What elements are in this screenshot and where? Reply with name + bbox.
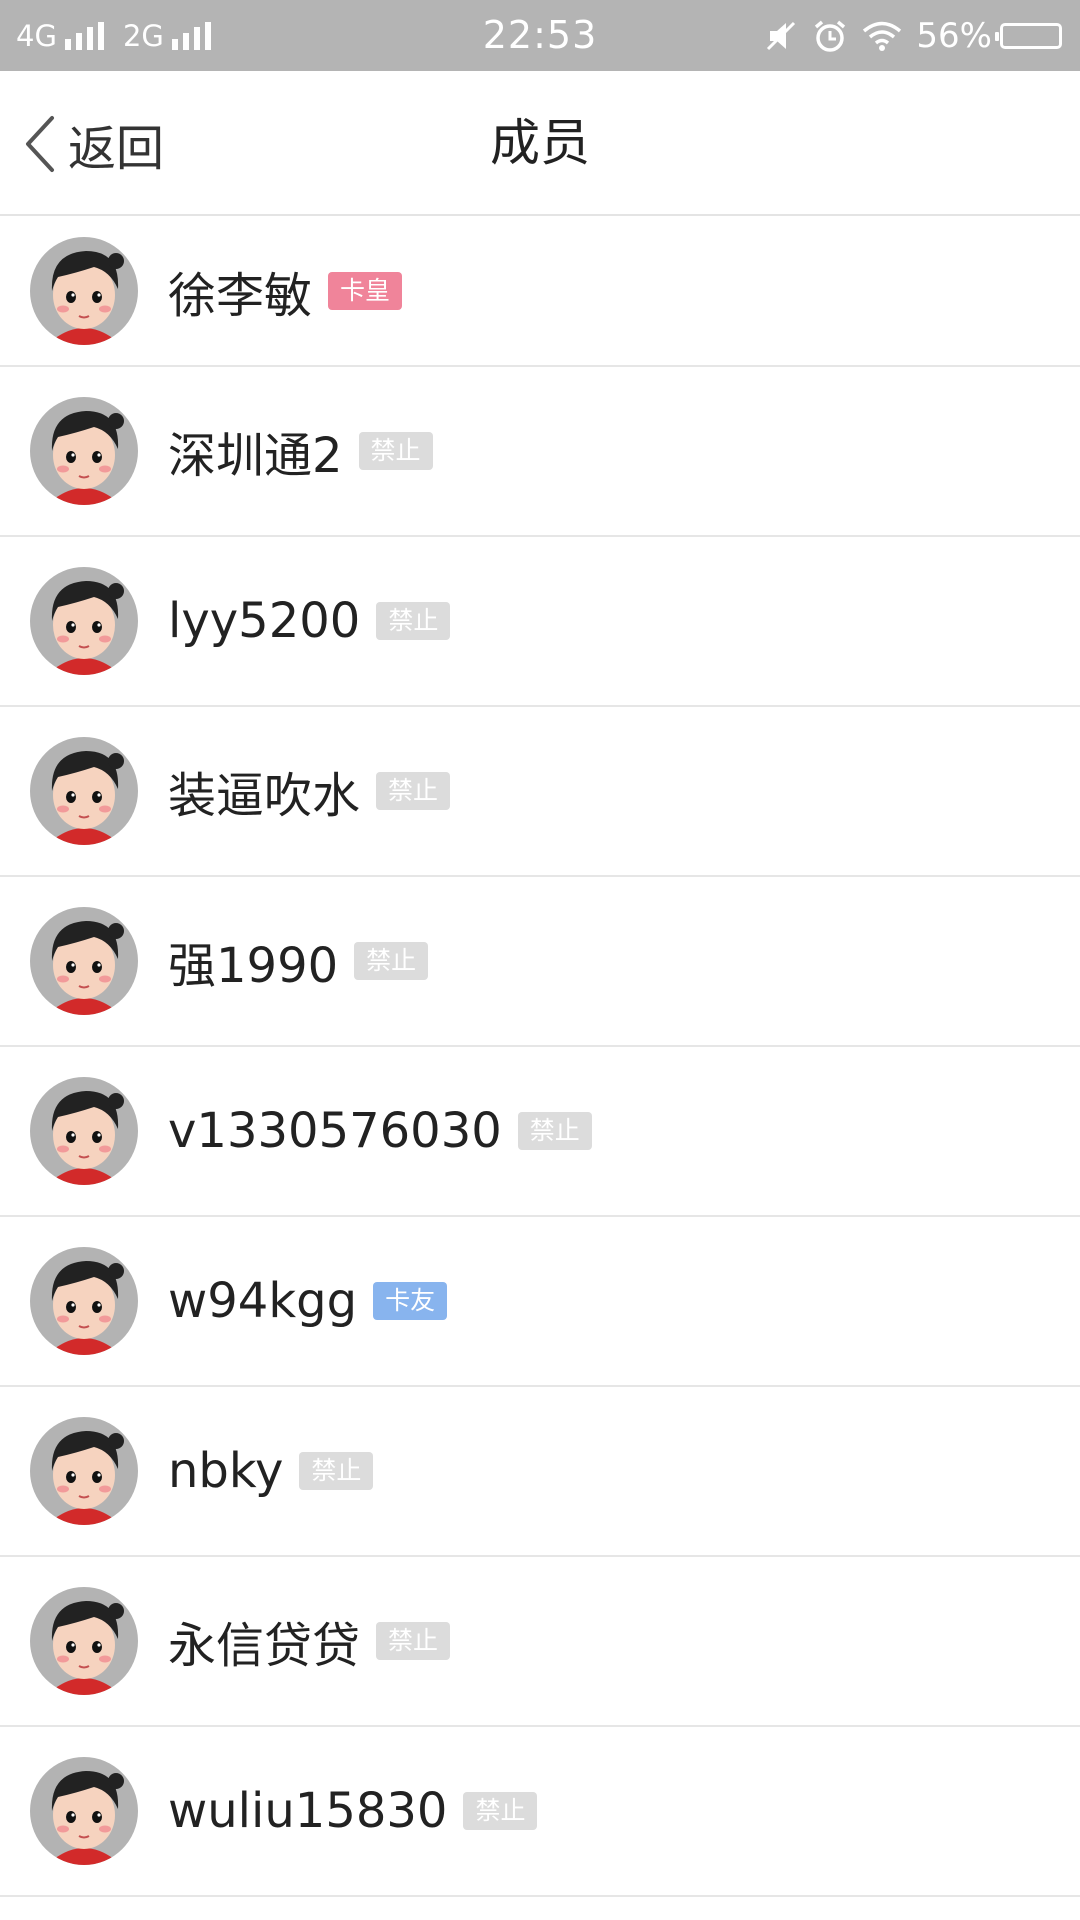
member-info: w94kgg 卡友 — [168, 1273, 448, 1329]
member-info: 徐李敏 卡皇 — [168, 256, 403, 326]
avatar[interactable] — [30, 1247, 138, 1355]
member-role-badge: 禁止 — [358, 432, 433, 470]
member-name: wuliu15830 — [168, 1783, 448, 1839]
battery-percent: 56% — [916, 15, 992, 56]
member-list: 徐李敏 卡皇 深圳通2 禁止 lyy5200 禁止 装逼吹水 禁止 强1990 … — [0, 216, 1080, 1897]
avatar[interactable] — [30, 1587, 138, 1695]
member-info: 装逼吹水 禁止 — [168, 756, 451, 826]
page-title: 成员 — [490, 114, 590, 172]
mute-icon — [767, 21, 796, 50]
member-role-badge: 禁止 — [376, 602, 451, 640]
member-info: nbky 禁止 — [168, 1443, 374, 1499]
member-row[interactable]: nbky 禁止 — [0, 1387, 1080, 1557]
member-name: 装逼吹水 — [168, 768, 361, 824]
member-role-badge: 禁止 — [354, 942, 429, 980]
status-icons: 56% — [764, 0, 1062, 71]
member-row[interactable]: 深圳通2 禁止 — [0, 367, 1080, 537]
member-role-badge: 卡友 — [373, 1282, 448, 1320]
member-role-badge: 禁止 — [376, 1622, 451, 1660]
avatar[interactable] — [30, 907, 138, 1015]
battery-icon — [995, 22, 1062, 49]
member-row[interactable]: w94kgg 卡友 — [0, 1217, 1080, 1387]
avatar[interactable] — [30, 1077, 138, 1185]
member-info: wuliu15830 禁止 — [168, 1783, 538, 1839]
member-row[interactable]: 装逼吹水 禁止 — [0, 707, 1080, 877]
avatar[interactable] — [30, 567, 138, 675]
member-row[interactable]: 永信贷贷 禁止 — [0, 1557, 1080, 1727]
member-role-badge: 禁止 — [299, 1452, 374, 1490]
member-row[interactable]: 强1990 禁止 — [0, 877, 1080, 1047]
avatar[interactable] — [30, 397, 138, 505]
member-row[interactable]: lyy5200 禁止 — [0, 537, 1080, 707]
avatar[interactable] — [30, 236, 138, 345]
member-info: 永信贷贷 禁止 — [168, 1606, 451, 1676]
member-name: nbky — [168, 1443, 284, 1499]
member-role-badge: 禁止 — [517, 1112, 592, 1150]
member-name: 永信贷贷 — [168, 1618, 361, 1674]
member-row[interactable]: 徐李敏 卡皇 — [0, 216, 1080, 367]
member-role-badge: 禁止 — [376, 772, 451, 810]
wifi-icon — [863, 21, 902, 51]
member-name: w94kgg — [168, 1273, 358, 1329]
member-info: 深圳通2 禁止 — [168, 416, 433, 486]
member-row[interactable]: v1330576030 禁止 — [0, 1047, 1080, 1217]
avatar[interactable] — [30, 1757, 138, 1865]
member-name: 深圳通2 — [168, 428, 343, 484]
member-name: v1330576030 — [168, 1103, 502, 1159]
nav-bar: 返回 成员 — [0, 71, 1080, 216]
alarm-icon — [815, 20, 846, 52]
member-info: lyy5200 禁止 — [168, 593, 451, 649]
status-bar: 4G 2G 22:53 56% — [0, 0, 1080, 71]
member-name: 徐李敏 — [168, 267, 313, 324]
member-name: 强1990 — [168, 938, 339, 994]
member-row[interactable]: wuliu15830 禁止 — [0, 1727, 1080, 1897]
avatar[interactable] — [30, 1417, 138, 1525]
member-info: v1330576030 禁止 — [168, 1103, 592, 1159]
member-name: lyy5200 — [168, 593, 361, 649]
member-role-badge: 禁止 — [463, 1792, 538, 1830]
avatar[interactable] — [30, 737, 138, 845]
member-info: 强1990 禁止 — [168, 926, 429, 996]
member-role-badge: 卡皇 — [328, 271, 403, 310]
